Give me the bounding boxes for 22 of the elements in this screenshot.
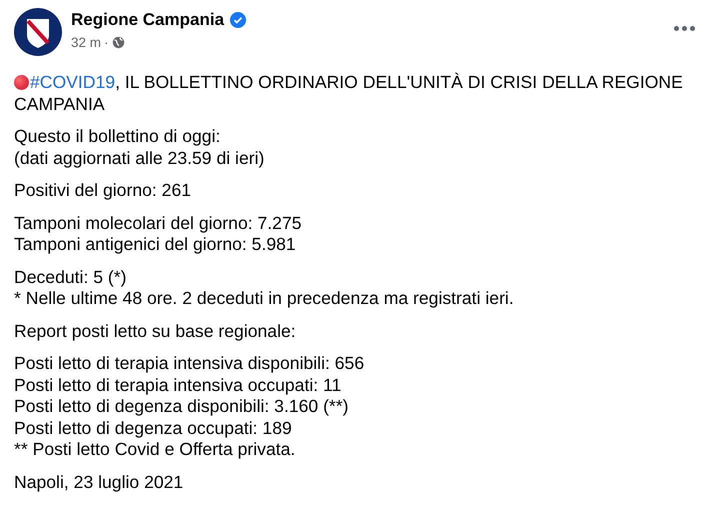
- post-text-line: Questo il bollettino di oggi:: [14, 126, 222, 148]
- post-text-line: Posti letto di terapia intensiva disponibili: 656: [14, 353, 366, 374]
- post-text-line: Positivi del giorno: 261: [14, 180, 192, 202]
- hashtag-link[interactable]: #COVID19: [30, 72, 116, 92]
- circle-emoji-icon: [14, 75, 29, 90]
- globe-icon: [112, 36, 125, 49]
- post-text-line: * Nelle ultime 48 ore. 2 deceduti in precedenza ma registrati ieri.: [14, 288, 515, 310]
- post-text-line: Posti letto di degenza disponibili: 3.160 (**): [14, 396, 350, 418]
- post-text-line: Posti letto di terapia intensiva occupati: 11: [14, 374, 342, 396]
- post-text-line: Tamponi molecolari del giorno: 7.275: [14, 212, 303, 234]
- post-text-line: Tamponi antigenici del giorno: 5.981: [14, 234, 297, 256]
- post-time[interactable]: 32 m: [71, 35, 102, 50]
- post-text-line: Deceduti: 5 (*): [14, 266, 128, 288]
- post-text-line: Posti letto di degenza occupati: 189: [14, 418, 293, 439]
- post-headline: #COVID19, IL BOLLETTINO ORDINARIO DELL'UNITÀ DI CRISI DELLA REGIONE CAMPANIA: [14, 72, 684, 115]
- post-text-line: Napoli, 23 luglio 2021: [14, 472, 184, 493]
- post-text-line: Report posti letto su base regionale:: [14, 320, 297, 342]
- avatar-logo[interactable]: [14, 8, 62, 56]
- post-text-line: ** Posti letto Covid e Offerta privata.: [14, 439, 296, 460]
- separator-dot: ·: [104, 35, 109, 50]
- post-text-line: (dati aggiornati alle 23.59 di ieri): [14, 148, 266, 169]
- page-name[interactable]: Regione Campania: [71, 10, 224, 30]
